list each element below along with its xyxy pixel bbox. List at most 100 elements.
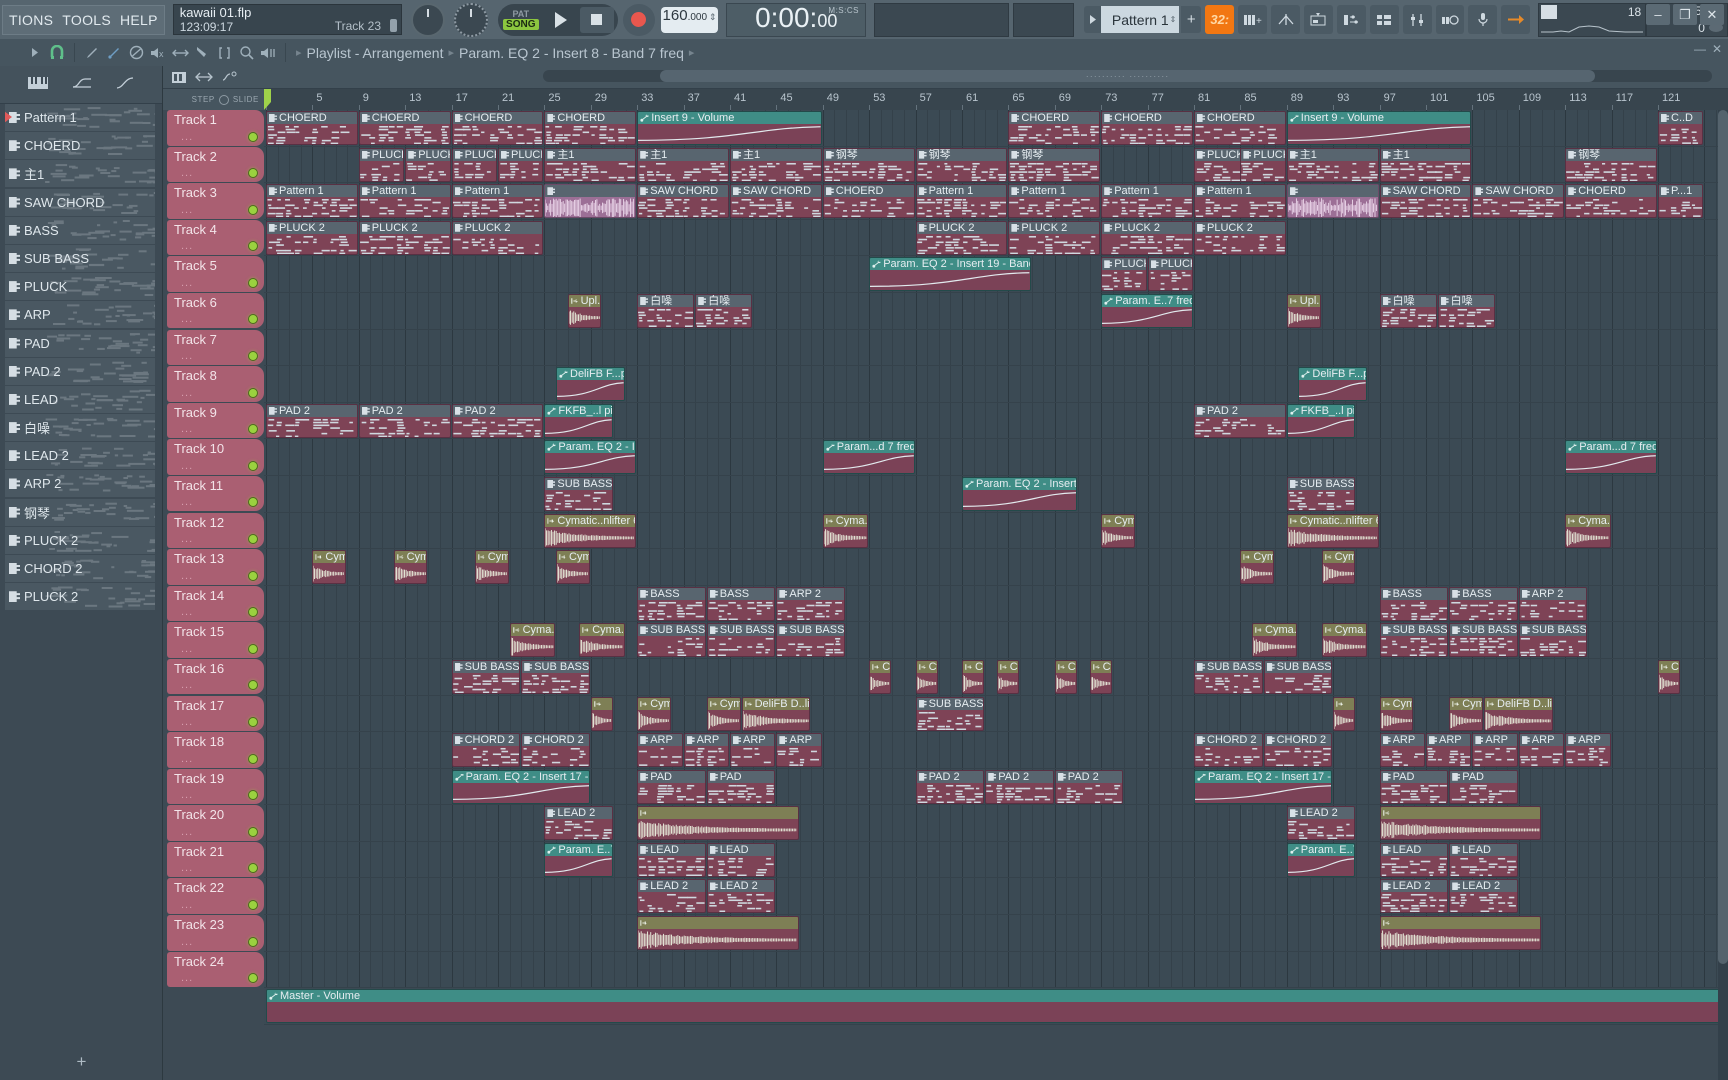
clip-title-bar[interactable]: PAD 2	[986, 771, 1053, 783]
browser-add-button[interactable]: +	[0, 1052, 163, 1072]
clip[interactable]: BASS	[1380, 587, 1449, 621]
delete-icon[interactable]	[125, 42, 147, 64]
clip[interactable]: LEAD	[707, 843, 776, 877]
track-enable-led[interactable]	[248, 132, 258, 142]
track-options-dots[interactable]: ...	[181, 387, 193, 399]
clip[interactable]: BASS	[637, 587, 706, 621]
menu-item-tools[interactable]: TOOLS	[62, 12, 111, 28]
clip[interactable]: 白噪	[637, 294, 694, 328]
browser-item-list[interactable]: Pattern 1 CHOERD 主1 SAW CHORD BASS SUB BASS PL…	[5, 104, 155, 1040]
clip[interactable]: Param. EQ 2 - Insert 17 - Band 7 freq	[1194, 770, 1332, 804]
loop-record-button[interactable]	[1436, 5, 1465, 34]
track-lane-8[interactable]: DeliFB F...pitchDeliFB F...pitch	[264, 366, 1728, 403]
clip[interactable]: LEAD 2	[707, 879, 776, 913]
clip-title-bar[interactable]	[1288, 185, 1378, 197]
clip-title-bar[interactable]: 钢琴	[917, 149, 1007, 161]
clip[interactable]: Cymatic..nlifter 6	[544, 514, 636, 548]
clip-title-bar[interactable]: Pattern 1	[1195, 185, 1285, 197]
clip[interactable]: Param. EQ 2 - Insert 8 - Band 7 freq	[544, 440, 636, 474]
clip[interactable]: ARP	[1565, 733, 1610, 767]
clip[interactable]: PLUCK	[1240, 148, 1285, 182]
clip[interactable]: SUB BASS	[521, 660, 590, 694]
clip[interactable]: SUB BASS	[1380, 623, 1449, 657]
clip-title-bar[interactable]: Param. EQ 2 - Insert 17 - Band 7 freq	[1195, 771, 1331, 783]
clip[interactable]: Cym..	[1090, 660, 1112, 694]
clip[interactable]	[591, 697, 613, 731]
track-enable-led[interactable]	[248, 754, 258, 764]
clip[interactable]: CHOERD	[266, 111, 358, 145]
magnet-snap-icon[interactable]	[46, 42, 68, 64]
clip[interactable]: LEAD	[637, 843, 706, 877]
track-options-dots[interactable]: ...	[181, 570, 193, 582]
clip-title-bar[interactable]: Cym..M	[395, 551, 427, 563]
track-header-17[interactable]: Track 17...	[167, 696, 264, 732]
clip-title-bar[interactable]: PLUCK 2	[917, 222, 1007, 234]
clip-title-bar[interactable]: CHORD 2	[1195, 734, 1262, 746]
track-lane-24[interactable]	[264, 952, 1728, 989]
clip-title-bar[interactable]: DeliFB F...pitch	[557, 368, 624, 380]
clip[interactable]: BASS	[707, 587, 776, 621]
mute-icon[interactable]: x	[147, 42, 169, 64]
clip-title-bar[interactable]: PAD 2	[917, 771, 984, 783]
track-options-dots[interactable]: ...	[181, 643, 193, 655]
playback-tool-icon[interactable]	[257, 42, 279, 64]
clip[interactable]: Param...d 7 freq	[823, 440, 915, 474]
pattern-name-field[interactable]: Pattern 1 ⇕	[1101, 6, 1179, 33]
clip-title-bar[interactable]: PLUCK 2	[1102, 222, 1192, 234]
clip[interactable]: PLUCK	[405, 148, 450, 182]
clip-title-bar[interactable]: Param. EQ 2 - Insert 40 - Band 7 freq	[963, 478, 1076, 490]
clip-title-bar[interactable]: Cymatic..nlifter 6	[545, 515, 635, 527]
browser-item-15[interactable]: PLUCK 2	[5, 527, 155, 554]
track-options-dots[interactable]: ...	[181, 277, 193, 289]
clip[interactable]: CHORD 2	[521, 733, 590, 767]
clip-title-bar[interactable]: Pattern 1	[453, 185, 543, 197]
stop-button[interactable]	[580, 7, 614, 33]
clip-title-bar[interactable]: LEAD	[638, 844, 705, 856]
clip[interactable]: PLUCK 2	[1101, 221, 1193, 255]
minimize-button[interactable]: –	[1646, 4, 1670, 25]
clip[interactable]: 钢琴	[916, 148, 1008, 182]
browser-item-4[interactable]: BASS	[5, 217, 155, 244]
clip[interactable]: PLUCK	[1148, 257, 1193, 291]
clip-title-bar[interactable]: Upl..r 2	[569, 295, 601, 307]
track-options-dots[interactable]: ...	[181, 936, 193, 948]
restore-button[interactable]: ❐	[1673, 4, 1697, 25]
clip-title-bar[interactable]: LEAD	[1450, 844, 1517, 856]
track-options-dots[interactable]: ...	[181, 240, 193, 252]
clip-title-bar[interactable]: P...1	[1659, 185, 1702, 197]
clip[interactable]: PLUCK	[359, 148, 404, 182]
clip-title-bar[interactable]: SUB BASS	[1195, 661, 1262, 673]
clip[interactable]: LEAD	[1380, 843, 1449, 877]
track-lane-4[interactable]: PLUCK 2 PLUCK 2 PLUCK 2 PLUCK 2 PLUCK 2 PLUCK…	[264, 220, 1728, 257]
track-lane-23[interactable]	[264, 915, 1728, 952]
clip[interactable]: ARP	[637, 733, 682, 767]
menu-bar[interactable]: TIONS TOOLS HELP	[2, 5, 165, 35]
clip[interactable]: Pattern 1	[359, 184, 451, 218]
clip-title-bar[interactable]	[1381, 917, 1540, 929]
clip-title-bar[interactable]: C..D	[1659, 112, 1702, 124]
clip-title-bar[interactable]: Cym..M	[1381, 698, 1413, 710]
clip-title-bar[interactable]: 主1	[545, 149, 635, 161]
clip-title-bar[interactable]: Param. EQ 2 - Insert 17 - Band 7 freq	[453, 771, 589, 783]
track-options-dots[interactable]: ...	[181, 167, 193, 179]
clip[interactable]: Cy..M	[1658, 660, 1680, 694]
clip-title-bar[interactable]: SUB BASS	[777, 624, 844, 636]
clip-title-bar[interactable]: LEAD 2	[1288, 807, 1355, 819]
clip[interactable]: SUB BASS	[1287, 477, 1356, 511]
clip[interactable]: PAD	[1380, 770, 1449, 804]
clip-title-bar[interactable]: FKFB_..l pitch	[545, 405, 612, 417]
step-sequencer-button[interactable]: 32:	[1205, 5, 1234, 34]
clip-title-bar[interactable]: 白噪	[696, 295, 751, 307]
clip[interactable]: ARP	[1472, 733, 1517, 767]
track-enable-led[interactable]	[248, 388, 258, 398]
clip-title-bar[interactable]: SUB BASS	[522, 661, 589, 673]
clip[interactable]: Cyma..fter 3	[1565, 514, 1610, 548]
browser-item-6[interactable]: PLUCK	[5, 273, 155, 300]
clip-title-bar[interactable]: SUB BASS	[1265, 661, 1332, 673]
track-enable-led[interactable]	[248, 571, 258, 581]
clip[interactable]: Pattern 1	[1101, 184, 1193, 218]
clip-title-bar[interactable]: CHOERD	[360, 112, 450, 124]
clip-title-bar[interactable]: Cy..M	[1056, 661, 1076, 673]
clip[interactable]: PAD 2	[1194, 404, 1286, 438]
track-options-dots[interactable]: ...	[181, 131, 193, 143]
